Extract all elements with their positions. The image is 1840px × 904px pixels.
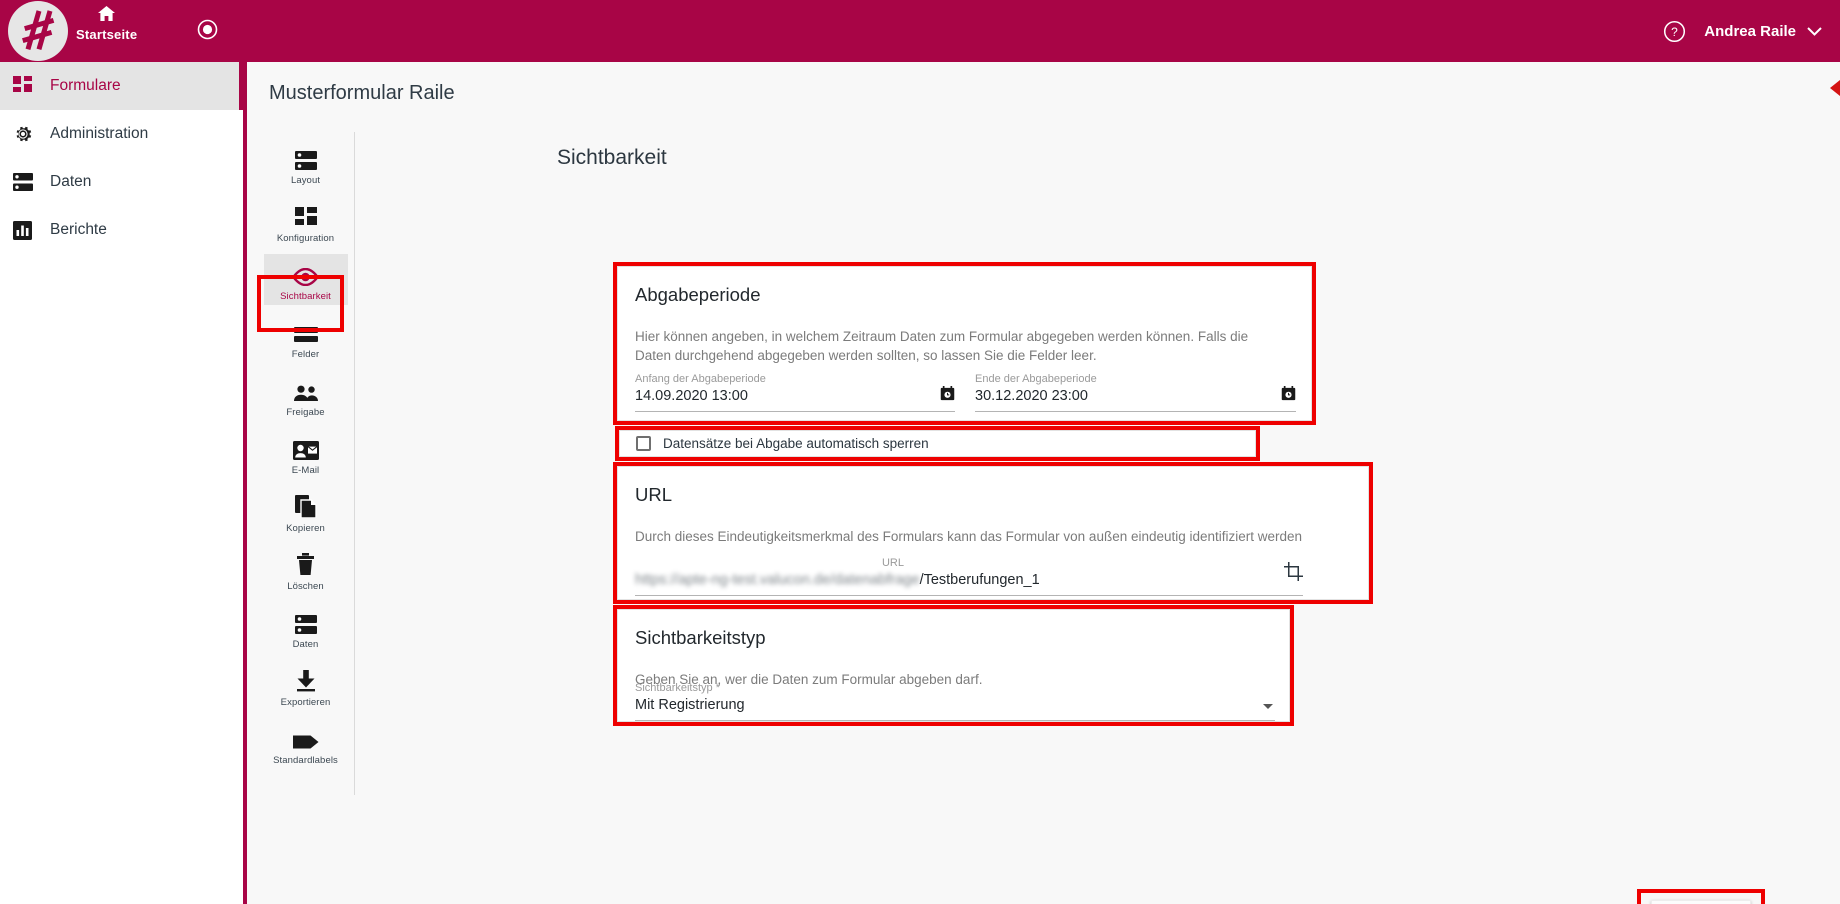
rail-item-konfiguration[interactable]: Konfiguration (264, 196, 348, 247)
grid-blocks-icon (294, 202, 317, 228)
card-description: Hier können angeben, in welchem Zeitraum… (635, 329, 1249, 363)
rail-item-felder[interactable]: Felder (264, 312, 348, 363)
sidebar-item-label: Formulare (50, 77, 121, 94)
sidebar-item-daten[interactable]: Daten (0, 158, 243, 206)
sidebar-item-berichte[interactable]: Berichte (0, 206, 243, 254)
url-blurred-part: https://apte-ng-test.valucon.de/datenabf… (635, 572, 920, 588)
calendar-clock-icon[interactable] (940, 386, 955, 406)
field-label: Ende der Abgabeperiode (975, 373, 1097, 385)
card-abgabeperiode: Abgabeperiode Hier können angeben, in we… (617, 266, 1312, 421)
home-label: Startseite (76, 27, 138, 42)
rail-item-label: Daten (292, 639, 319, 650)
download-icon (295, 666, 317, 692)
grid-blocks-icon (12, 76, 33, 97)
database-rows-icon (12, 172, 33, 193)
rail-item-sichtbarkeit[interactable]: Sichtbarkeit (263, 254, 348, 305)
calendar-clock-icon[interactable] (1281, 386, 1296, 406)
rail-item-label: E-Mail (291, 465, 320, 476)
svg-text:?: ? (1671, 24, 1678, 38)
field-label: Anfang der Abgabeperiode (635, 373, 766, 385)
rail-item-label: Sichtbarkeit (280, 291, 331, 302)
card-title: Abgabeperiode (635, 284, 761, 305)
people-group-icon (293, 376, 319, 402)
checkbox-row-autolock[interactable]: Datensätze bei Abgabe automatisch sperre… (619, 430, 1256, 457)
chevron-down-icon[interactable] (1263, 704, 1273, 709)
rail-item-label: Exportieren (280, 697, 331, 708)
rail-item-label: Konfiguration (276, 233, 335, 244)
rail-item-label: Kopieren (286, 523, 325, 534)
rail-item-layout[interactable]: Layout (264, 138, 348, 189)
user-menu[interactable]: Andrea Raile (1704, 23, 1822, 40)
layout-rows-icon (294, 144, 317, 170)
user-name-label: Andrea Raile (1704, 22, 1796, 40)
trash-icon (296, 550, 315, 576)
field-ende-abgabeperiode[interactable]: Ende der Abgabeperiode 30.12.2020 23:00 (975, 373, 1296, 412)
card-sichtbarkeitstyp: Sichtbarkeitstyp Geben Sie an, wer die D… (617, 609, 1290, 722)
home-icon (98, 6, 116, 26)
field-url[interactable]: URL https://apte-ng-test.valucon.de/date… (635, 557, 1303, 596)
section-rail: Layout Konfiguration Sichtbarkeit Felder… (257, 132, 355, 795)
field-sichtbarkeitstyp[interactable]: Sichtbarkeitstyp * Mit Registrierung (635, 682, 1275, 721)
gear-icon (12, 124, 33, 145)
card-title: URL (635, 484, 673, 505)
home-button[interactable]: Startseite (76, 6, 137, 42)
topbar-right-group: ? Andrea Raile (1663, 0, 1822, 62)
rail-item-kopieren[interactable]: Kopieren (264, 486, 348, 537)
rail-item-label: Standardlabels (273, 755, 338, 766)
checkbox-label: Datensätze bei Abgabe automatisch sperre… (663, 436, 929, 451)
tag-icon (292, 724, 319, 750)
rail-item-label: Freigabe (286, 407, 325, 418)
rail-item-standardlabels[interactable]: Standardlabels (264, 718, 348, 769)
help-circle-icon[interactable]: ? (1663, 20, 1686, 43)
sidebar: Formulare Administration Daten Berichte (0, 62, 243, 904)
eye-icon (292, 260, 319, 286)
crop-edit-icon[interactable] (1284, 562, 1303, 586)
card-description: Durch dieses Eindeutigkeitsmerkmal des F… (635, 529, 1303, 544)
page-title: Musterformular Raile (269, 82, 455, 104)
database-rows-icon (294, 608, 317, 634)
sidebar-item-label: Administration (50, 125, 149, 142)
rail-item-email[interactable]: E-Mail (264, 428, 348, 479)
save-button[interactable]: Speichern (1651, 900, 1751, 904)
sidebar-item-administration[interactable]: Administration (0, 110, 243, 158)
record-icon[interactable] (197, 19, 218, 45)
rail-item-freigabe[interactable]: Freigabe (264, 370, 348, 421)
field-label: URL (881, 557, 904, 569)
field-label: Sichtbarkeitstyp * (635, 682, 720, 694)
rail-item-daten[interactable]: Daten (264, 602, 348, 653)
rail-item-label: Felder (291, 349, 320, 360)
sidebar-item-formulare[interactable]: Formulare (0, 62, 243, 110)
fields-stack-icon (293, 318, 318, 344)
rail-item-exportieren[interactable]: Exportieren (264, 660, 348, 711)
settings-panel: Sichtbarkeit Abgabeperiode Hier können a… (345, 132, 1840, 904)
sidebar-item-label: Daten (50, 173, 92, 190)
right-edge-marker-icon (1830, 80, 1840, 96)
hash-logo-icon (8, 1, 68, 61)
sidebar-item-label: Berichte (50, 221, 107, 238)
chevron-down-icon (1807, 23, 1822, 40)
field-value: 30.12.2020 23:00 (975, 388, 1296, 412)
card-title: Sichtbarkeitstyp (635, 627, 766, 648)
rail-item-loeschen[interactable]: Löschen (264, 544, 348, 595)
content-area: Musterformular Raile Layout Konfiguratio… (243, 62, 1840, 904)
rail-item-label: Löschen (287, 581, 324, 592)
checkbox-autolock[interactable] (636, 436, 651, 451)
contact-card-icon (292, 434, 319, 460)
field-value: Mit Registrierung (635, 697, 1275, 721)
card-url: URL Durch dieses Eindeutigkeitsmerkmal d… (617, 466, 1369, 600)
field-value: 14.09.2020 13:00 (635, 388, 955, 412)
top-bar: Startseite ? Andrea Raile (0, 0, 1840, 62)
panel-title: Sichtbarkeit (557, 146, 667, 169)
rail-item-label: Layout (290, 175, 321, 186)
url-clear-part: /Testberufungen_1 (919, 572, 1040, 588)
copy-pages-icon (294, 492, 317, 518)
field-value: https://apte-ng-test.valucon.de/datenabf… (635, 572, 1303, 596)
bar-chart-icon (12, 220, 33, 241)
app-root: Startseite ? Andrea Raile Formulare Admi… (0, 0, 1840, 904)
app-logo[interactable] (8, 1, 68, 61)
field-anfang-abgabeperiode[interactable]: Anfang der Abgabeperiode 14.09.2020 13:0… (635, 373, 955, 412)
